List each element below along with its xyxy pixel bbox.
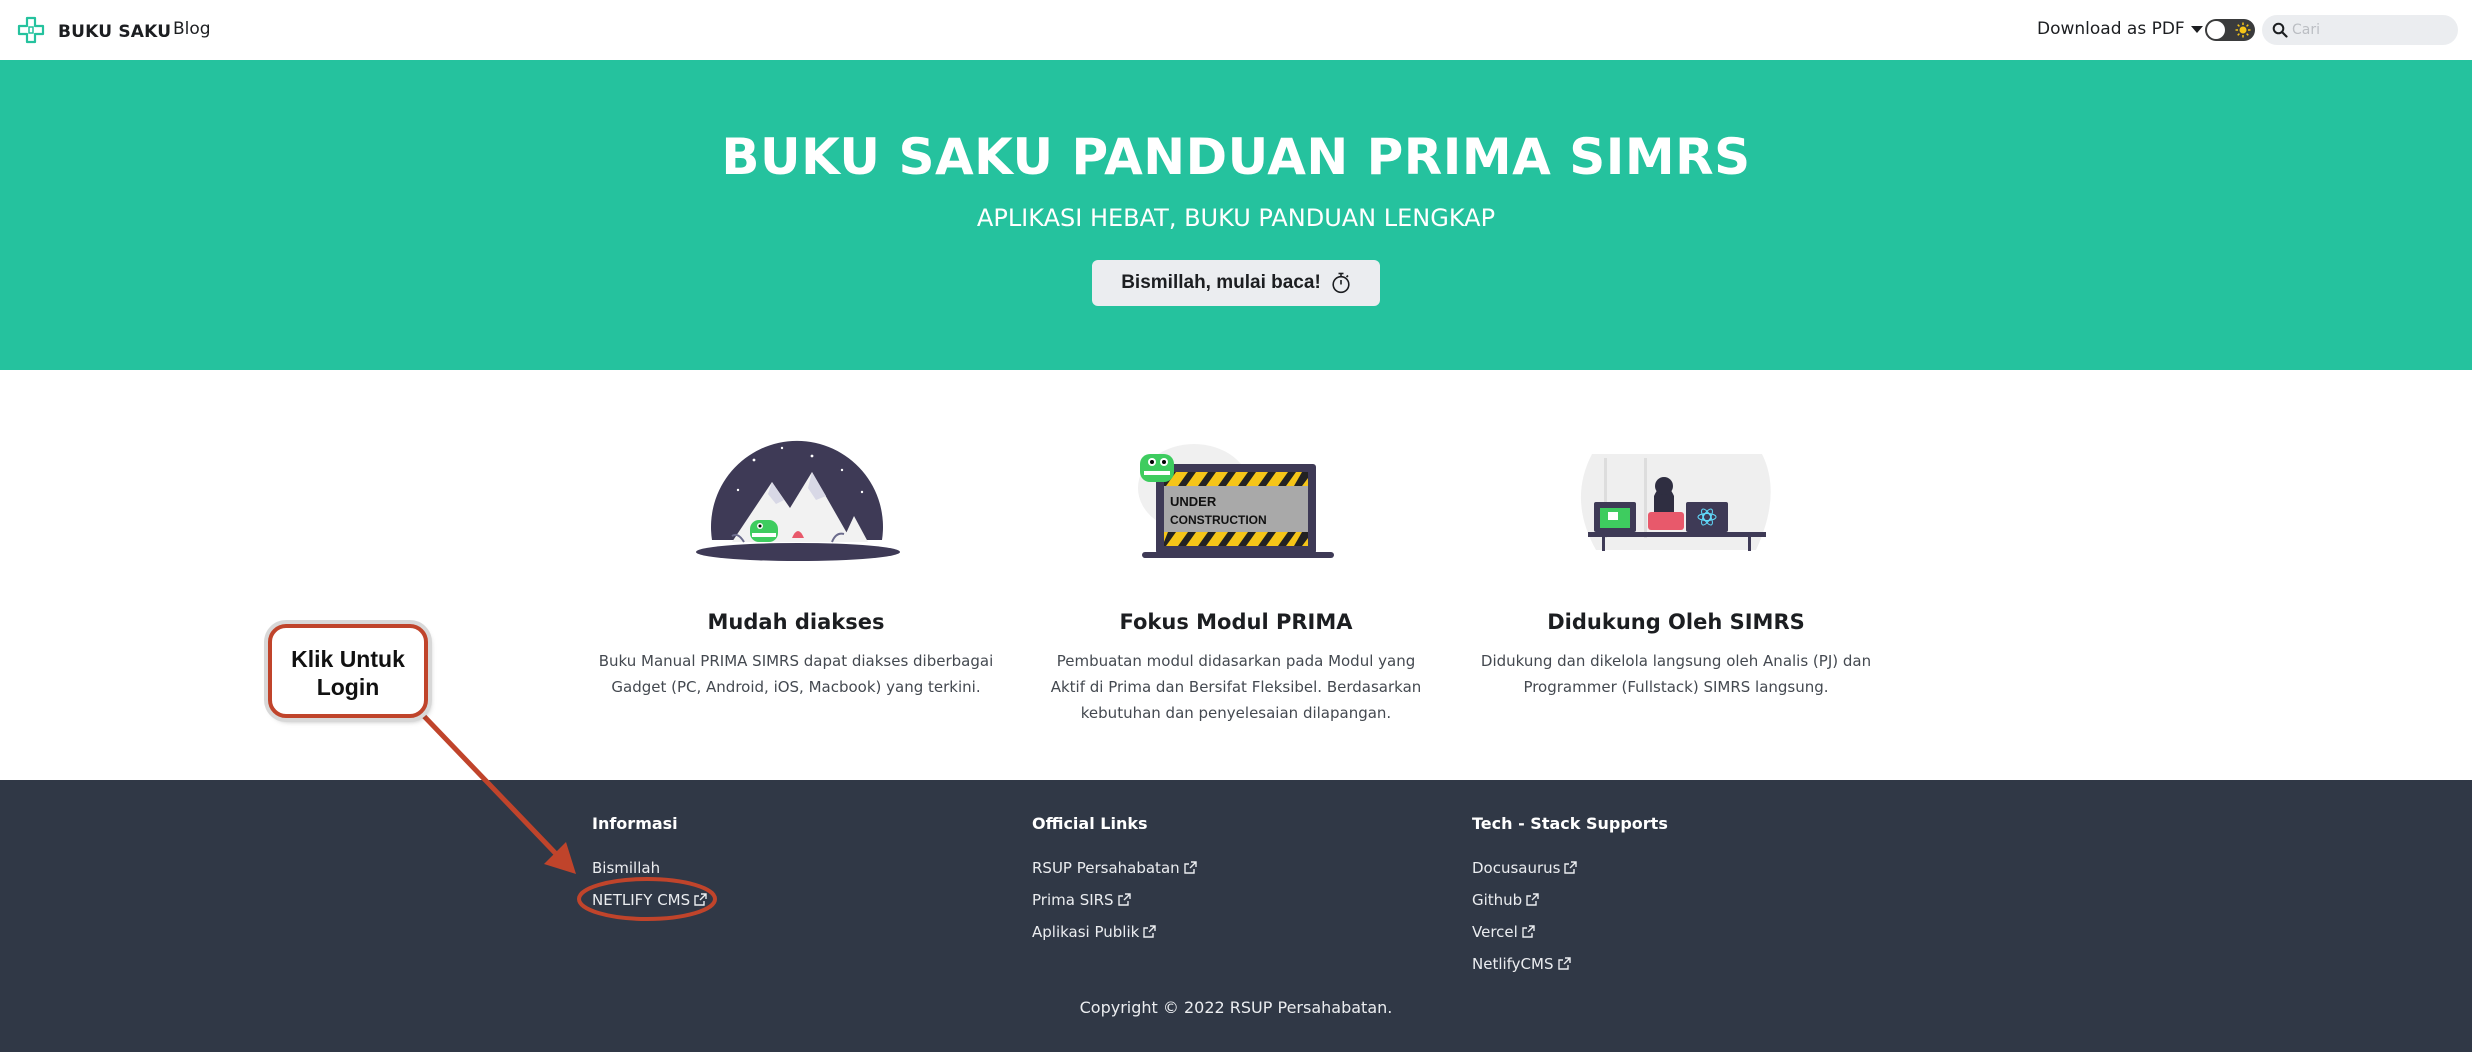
footer-column-tech-stack: Tech - Stack Supports Docusaurus Github … [1472,814,1668,987]
external-link-icon [1557,957,1571,970]
feature-description: Didukung dan dikelola langsung oleh Anal… [1480,652,1872,696]
search-input[interactable] [2292,19,2452,41]
external-link-icon [1526,893,1539,906]
footer-column-informasi: Informasi Bismillah NETLIFY CMS [592,814,707,923]
under-construction-illustration: UNDER CONSTRUCTION [1138,444,1334,558]
footer-column-title: Official Links [1032,814,1148,833]
feature-didukung-simrs: Didukung Oleh SIMRS Didukung dan dikelol… [1461,610,1891,700]
search-box[interactable] [2262,15,2458,45]
feature-fokus-modul: Fokus Modul PRIMA Pembuatan modul didasa… [1021,610,1451,726]
footer-link-aplikasi-publik[interactable]: Aplikasi Publik [1032,923,1197,955]
download-pdf-dropdown[interactable]: Download as PDF [2037,19,2203,39]
annotation-callout-box: Klik Untuk Login [268,624,428,718]
logo-icon [16,15,46,49]
footer-link-bismillah[interactable]: Bismillah [592,859,707,891]
footer-column-title: Informasi [592,814,678,833]
nav-link-blog[interactable]: Blog [173,19,211,39]
annotation-line-2: Login [316,674,380,700]
external-link-icon [1143,925,1157,938]
brand-title: BUKU SAKU [58,22,172,42]
footer-link-rsup-persahabatan[interactable]: RSUP Persahabatan [1032,859,1197,891]
footer-link-vercel[interactable]: Vercel [1472,923,1668,955]
external-link-icon [694,893,707,906]
external-link-icon [1564,861,1578,874]
footer-link-netlify-cms[interactable]: NETLIFY CMS [592,891,707,923]
footer-column-official-links: Official Links RSUP Persahabatan Prima S… [1032,814,1197,955]
download-pdf-label: Download as PDF [2037,19,2185,39]
hero-banner: BUKU SAKU PANDUAN PRIMA SIMRS APLIKASI H… [0,60,2472,370]
footer-link-prima-sirs[interactable]: Prima SIRS [1032,891,1197,923]
start-reading-label: Bismillah, mulai baca! [1121,272,1321,293]
feature-description: Pembuatan modul didasarkan pada Modul ya… [1050,652,1422,722]
feature-title: Mudah diakses [707,610,885,634]
hero-subtitle: APLIKASI HEBAT, BUKU PANDUAN LENGKAP [976,204,1496,232]
copyright-text: Copyright © 2022 RSUP Persahabatan. [1079,998,1393,1017]
caret-down-icon [2190,25,2203,33]
external-link-icon [1183,861,1197,874]
dark-mode-toggle[interactable] [2205,19,2255,41]
footer-link-docusaurus[interactable]: Docusaurus [1472,859,1668,891]
feature-title: Fokus Modul PRIMA [1119,610,1353,634]
developer-desk-illustration [1580,454,1771,551]
footer-link-github[interactable]: Github [1472,891,1668,923]
annotation-line-1: Klik Untuk [291,646,405,672]
construction-text: CONSTRUCTION [1170,513,1267,527]
sun-icon [2235,22,2251,38]
feature-mudah-diakses: Mudah diakses Buku Manual PRIMA SIMRS da… [581,610,1011,700]
footer: Informasi Bismillah NETLIFY CMS Official… [0,780,2472,1052]
external-link-icon [1117,893,1131,906]
footer-link-netlifycms[interactable]: NetlifyCMS [1472,955,1668,987]
feature-description: Buku Manual PRIMA SIMRS dapat diakses di… [598,652,994,696]
start-reading-button[interactable]: Bismillah, mulai baca! [1092,260,1380,306]
toggle-knob [2207,21,2225,39]
hero-title: BUKU SAKU PANDUAN PRIMA SIMRS [721,128,1751,186]
brand-link[interactable]: BUKU SAKU [16,15,171,49]
footer-column-title: Tech - Stack Supports [1472,814,1668,833]
stopwatch-icon [1332,272,1350,294]
external-link-icon [1522,925,1535,938]
under-text: UNDER [1170,494,1217,509]
feature-title: Didukung Oleh SIMRS [1547,610,1805,634]
mountain-illustration [696,440,900,561]
search-icon [2272,22,2288,38]
navbar: BUKU SAKU Blog Download as PDF [0,0,2472,60]
